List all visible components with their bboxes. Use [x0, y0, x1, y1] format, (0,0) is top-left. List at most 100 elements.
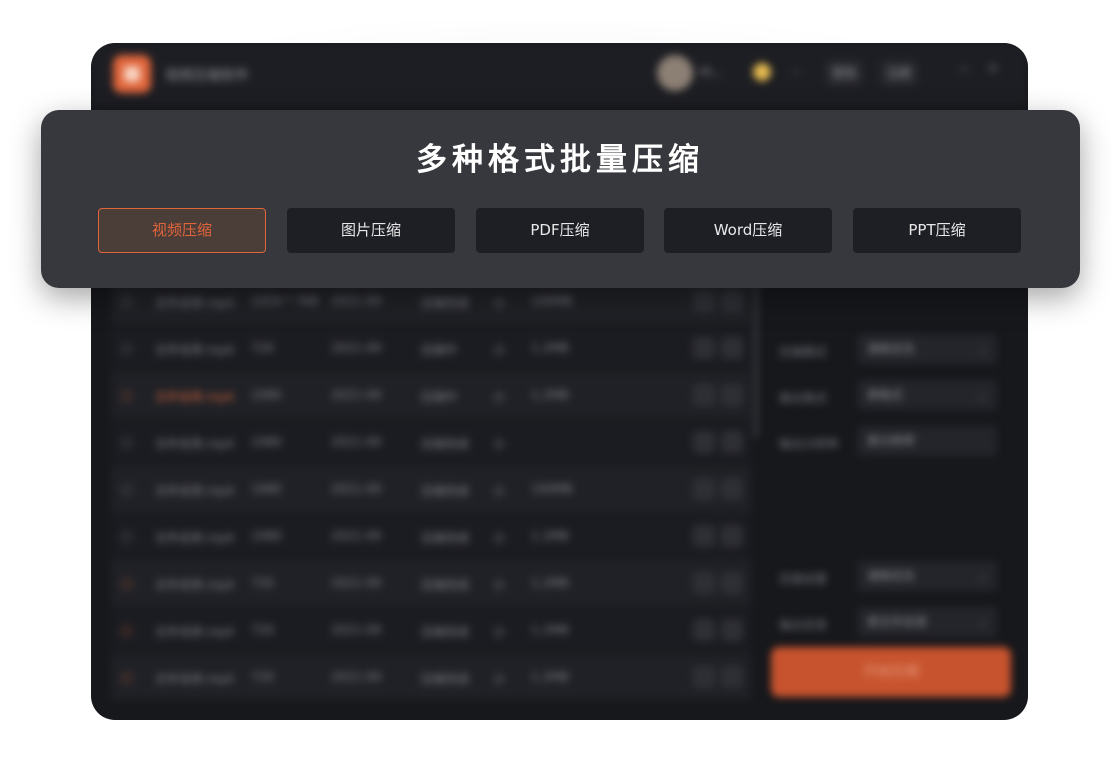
delete-icon[interactable]: [721, 619, 743, 641]
compress-mode-select[interactable]: 清晰优先 ⌄: [857, 334, 997, 364]
row-check-icon[interactable]: ▢: [121, 341, 132, 355]
file-name: 文件名称.mp4: [155, 672, 234, 686]
chevron-down-icon[interactable]: ⌄: [791, 63, 801, 77]
compress-setting-select[interactable]: 清晰优先 ⌄: [857, 561, 997, 591]
row-check-icon[interactable]: ▢: [121, 576, 132, 590]
tab-ppt-compress[interactable]: PPT压缩: [853, 208, 1021, 253]
resolution: 1024 * 768: [251, 294, 319, 308]
row-check-icon[interactable]: ▢: [121, 529, 132, 543]
register-button[interactable]: 注册: [881, 61, 918, 85]
status: 压缩完成: [421, 296, 470, 310]
settings-panel: 压缩模式 清晰优先 ⌄ 输出格式 原格式 ⌄ 输出分辨率 原分辨率 压缩设置 清…: [769, 278, 1009, 698]
field-value: 清晰优先: [867, 569, 916, 583]
row-check-icon[interactable]: ▢: [121, 482, 132, 496]
file-name: 文件名称.mp4: [155, 343, 234, 357]
table-row[interactable]: ▢ 文件名称.mp4 1080 2021-09 压缩中 小 1.2MB: [111, 372, 751, 418]
output-resolution-select[interactable]: 原分辨率: [857, 426, 997, 456]
file-size: 100MB: [531, 482, 573, 496]
output-format-select[interactable]: 原格式 ⌄: [857, 380, 997, 410]
output-dir-select[interactable]: 原文件目录 ⌄: [857, 607, 997, 637]
title-bar: 视频压缩软件 Hi... ⌄ 登陆 注册 — ✕: [91, 43, 1028, 107]
table-row[interactable]: ▢ 文件名称.mp4 720 2021-09 压缩完成 小 1.2MB: [111, 560, 751, 606]
status: 压缩完成: [421, 625, 470, 639]
folder-icon[interactable]: [693, 384, 715, 406]
start-compress-button[interactable]: 开始压缩: [771, 647, 1011, 697]
row-check-icon[interactable]: ▢: [121, 435, 132, 449]
status: 压缩完成: [421, 531, 470, 545]
row-check-icon[interactable]: ▢: [121, 623, 132, 637]
file-name: 文件名称.mp4: [155, 625, 234, 639]
delete-icon[interactable]: [721, 290, 743, 312]
table-row[interactable]: ▢ 文件名称.mp4 720 2021-09 压缩完成 小 1.2MB: [111, 654, 751, 700]
table-row[interactable]: ▢ 文件名称.mp4 1080 2021-09 压缩完成 小 100MB: [111, 466, 751, 512]
file-size: 1.2MB: [531, 341, 569, 355]
delete-icon[interactable]: [721, 431, 743, 453]
resolution: 720: [251, 623, 274, 637]
file-size: 1.2MB: [531, 576, 569, 590]
field-label: 压缩模式: [779, 345, 828, 359]
status: 压缩中: [421, 390, 458, 404]
size-level: 小: [493, 625, 506, 639]
table-row[interactable]: ▢ 文件名称.mp4 1080 2021-09 压缩完成 小 1.2MB: [111, 513, 751, 559]
date: 2021-09: [331, 482, 382, 496]
folder-icon[interactable]: [693, 619, 715, 641]
folder-icon[interactable]: [693, 478, 715, 500]
delete-icon[interactable]: [721, 337, 743, 359]
size-level: 小: [493, 578, 506, 592]
folder-icon[interactable]: [693, 572, 715, 594]
file-size: 100MB: [531, 294, 573, 308]
chevron-down-icon: ⌄: [976, 615, 987, 629]
file-size: 1.2MB: [531, 529, 569, 543]
table-scrollbar[interactable]: [754, 278, 758, 438]
tab-image-compress[interactable]: 图片压缩: [287, 208, 455, 253]
date: 2021-09: [331, 529, 382, 543]
row-check-icon[interactable]: ▢: [121, 294, 132, 308]
date: 2021-09: [331, 388, 382, 402]
resolution: 1080: [251, 388, 282, 402]
folder-icon[interactable]: [693, 525, 715, 547]
delete-icon[interactable]: [721, 384, 743, 406]
tab-word-compress[interactable]: Word压缩: [664, 208, 832, 253]
minimize-icon[interactable]: —: [957, 61, 971, 77]
row-check-icon[interactable]: ▢: [121, 388, 132, 402]
status: 压缩中: [421, 343, 458, 357]
delete-icon[interactable]: [721, 478, 743, 500]
delete-icon[interactable]: [721, 525, 743, 547]
folder-icon[interactable]: [693, 337, 715, 359]
file-table: ▢ 文件名称.mp4 1024 * 768 2021-09 压缩完成 小 100…: [111, 278, 751, 700]
size-level: 小: [493, 484, 506, 498]
user-name[interactable]: Hi...: [699, 65, 723, 79]
login-button[interactable]: 登陆: [826, 61, 863, 85]
row-check-icon[interactable]: ▢: [121, 670, 132, 684]
status: 压缩完成: [421, 484, 470, 498]
table-row[interactable]: ▢ 文件名称.mp4 1080 2021-09 压缩完成 小: [111, 419, 751, 465]
file-name: 文件名称.mp4: [155, 578, 234, 592]
file-size: 1.2MB: [531, 388, 569, 402]
table-row[interactable]: ▢ 文件名称.mp4 720 2021-09 压缩完成 小 1.2MB: [111, 607, 751, 653]
size-level: 小: [493, 390, 506, 404]
size-level: 小: [493, 531, 506, 545]
chevron-down-icon: ⌄: [976, 342, 987, 356]
folder-icon[interactable]: [693, 290, 715, 312]
app-logo-icon: [113, 55, 151, 93]
field-value: 原格式: [867, 388, 904, 402]
resolution: 1080: [251, 435, 282, 449]
resolution: 1080: [251, 482, 282, 496]
app-title: 视频压缩软件: [165, 68, 249, 84]
close-icon[interactable]: ✕: [987, 61, 999, 77]
table-row[interactable]: ▢ 文件名称.mp4 720 2021-09 压缩中 小 1.2MB: [111, 325, 751, 371]
tab-video-compress[interactable]: 视频压缩: [98, 208, 266, 253]
folder-icon[interactable]: [693, 431, 715, 453]
status: 压缩完成: [421, 672, 470, 686]
size-level: 小: [493, 672, 506, 686]
folder-icon[interactable]: [693, 666, 715, 688]
resolution: 720: [251, 670, 274, 684]
field-label: 压缩设置: [779, 572, 828, 586]
resolution: 720: [251, 576, 274, 590]
tab-pdf-compress[interactable]: PDF压缩: [476, 208, 644, 253]
delete-icon[interactable]: [721, 666, 743, 688]
delete-icon[interactable]: [721, 572, 743, 594]
avatar[interactable]: [657, 55, 693, 91]
field-value: 原文件目录: [867, 615, 928, 629]
field-label: 输出分辨率: [779, 437, 840, 451]
